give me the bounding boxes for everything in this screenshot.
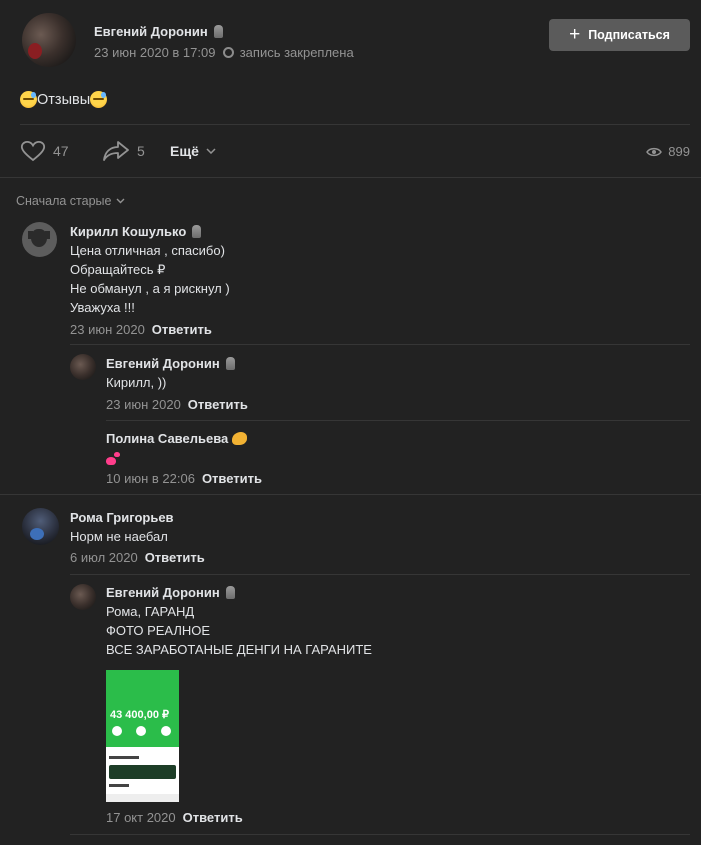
post-text: Отзывы [20, 91, 108, 108]
plus-icon: + [569, 23, 581, 45]
commenter-avatar[interactable] [70, 354, 96, 380]
comment-meta: 23 июн 2020 Ответить [70, 322, 212, 337]
sort-dropdown[interactable]: Сначала старые [16, 194, 125, 208]
comment-text-line: Обращайтесь ₽ [70, 262, 166, 277]
comment-date[interactable]: 17 окт 2020 [106, 810, 176, 825]
comment-text-line: Кирилл, )) [106, 375, 167, 390]
views-counter: 899 [646, 144, 690, 159]
post-header: Евгений Доронин 23 июн 2020 в 17:09 запи… [20, 12, 690, 72]
chevron-down-icon [116, 198, 125, 204]
comment-date[interactable]: 10 июн в 22:06 [106, 471, 195, 486]
verified-icon [225, 586, 235, 599]
comment-meta: 17 окт 2020 Ответить [106, 810, 243, 825]
reply-button[interactable]: Ответить [152, 322, 212, 337]
verified-icon [192, 225, 202, 238]
screenshot-action-icon [112, 726, 122, 736]
commenter-avatar[interactable] [22, 508, 59, 545]
hearts-emoji-icon [114, 452, 120, 457]
like-count: 47 [53, 143, 69, 159]
eye-icon [646, 147, 663, 156]
reply-button[interactable]: Ответить [145, 550, 205, 565]
pin-icon [223, 47, 235, 58]
heart-icon [20, 140, 46, 162]
comment-meta: 10 июн в 22:06 Ответить [106, 471, 262, 486]
post-author[interactable]: Евгений Доронин [94, 24, 223, 39]
comment-text-line: ФОТО РЕАЛНОЕ [106, 623, 211, 638]
comment-text-line: ВСЕ ЗАРАБОТАНЫЕ ДЕНГИ НА ГАРАНИТЕ [106, 642, 372, 657]
share-icon [103, 141, 129, 161]
pinned-label: запись закреплена [239, 45, 354, 60]
comment-author[interactable]: Евгений Доронин [106, 585, 235, 600]
screenshot-nav-bar [106, 794, 179, 802]
comment-text-line: Норм не наебал [70, 529, 168, 544]
commenter-avatar[interactable] [22, 222, 57, 257]
comment-meta: 6 июл 2020 Ответить [70, 550, 205, 565]
divider [0, 177, 701, 178]
divider [106, 420, 690, 421]
comment-text-line: Цена отличная , спасибо) [70, 243, 225, 258]
comment-date[interactable]: 23 июн 2020 [106, 397, 181, 412]
divider [70, 344, 690, 345]
like-button[interactable]: 47 [20, 140, 69, 162]
screenshot-text-line [109, 756, 139, 759]
screenshot-banner [109, 765, 176, 779]
comment-text-line: Не обманул , а я рискнул ) [70, 281, 230, 296]
comment-meta: 23 июн 2020 Ответить [106, 397, 248, 412]
reply-button[interactable]: Ответить [183, 810, 243, 825]
hearts-emoji-icon [106, 457, 116, 465]
divider [70, 574, 690, 575]
share-button[interactable]: 5 [102, 140, 145, 162]
muscle-emoji-icon [232, 432, 248, 445]
screenshot-action-icon [161, 726, 171, 736]
divider [70, 834, 690, 835]
divider [0, 494, 701, 495]
attached-screenshot[interactable]: 43 400,00 ₽ [106, 670, 179, 802]
screenshot-action-icon [136, 726, 146, 736]
comment-date[interactable]: 23 июн 2020 [70, 322, 145, 337]
post-actions: 47 5 Ещё 899 [20, 136, 690, 166]
share-count: 5 [137, 143, 145, 159]
divider [20, 124, 690, 125]
sad-emoji-icon [90, 91, 108, 108]
comment-text-line: Рома, ГАРАНД [106, 604, 195, 619]
verified-icon [225, 357, 235, 370]
subscribe-button[interactable]: + Подписаться [549, 19, 690, 51]
comment-author[interactable]: Рома Григорьев [70, 510, 174, 525]
more-button[interactable]: Ещё [170, 143, 216, 159]
reply-button[interactable]: Ответить [202, 471, 262, 486]
comment-author[interactable]: Евгений Доронин [106, 356, 235, 371]
comment-date[interactable]: 6 июл 2020 [70, 550, 138, 565]
comment-author[interactable]: Полина Савельева [106, 431, 248, 446]
screenshot-text-line [109, 784, 129, 787]
verified-icon [213, 25, 223, 38]
comment-text-line: Уважуха !!! [70, 300, 135, 315]
author-avatar[interactable] [22, 13, 76, 67]
commenter-avatar[interactable] [70, 584, 96, 610]
reply-button[interactable]: Ответить [188, 397, 248, 412]
comment-author[interactable]: Кирилл Кошулько [70, 224, 202, 239]
sad-emoji-icon [20, 91, 37, 108]
post-date[interactable]: 23 июн 2020 в 17:09 [94, 45, 215, 60]
screenshot-amount: 43 400,00 ₽ [110, 709, 169, 721]
post-meta: 23 июн 2020 в 17:09 запись закреплена [94, 45, 354, 60]
chevron-down-icon [206, 148, 216, 154]
